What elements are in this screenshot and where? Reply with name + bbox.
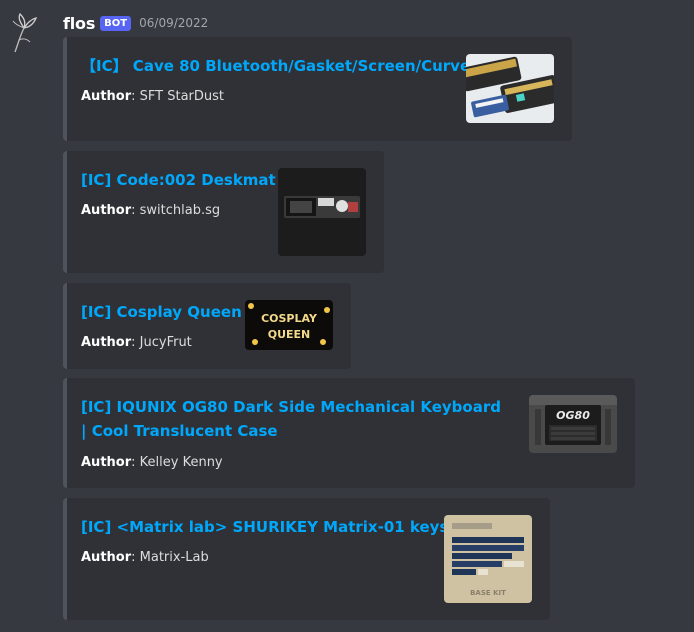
author-label: Author	[81, 203, 132, 218]
message-header: flos BOT 06/09/2022	[63, 12, 208, 34]
embed-thumbnail[interactable]	[278, 168, 366, 256]
embed-author: Author: switchlab.sg	[81, 203, 221, 218]
author-name: JucyFrut	[139, 335, 192, 350]
timestamp[interactable]: 06/09/2022	[139, 16, 208, 30]
cosplay-queen-logo: COSPLAY QUEEN	[245, 300, 333, 350]
flower-sketch-icon	[12, 12, 38, 53]
embed-author: Author: Matrix-Lab	[81, 550, 209, 565]
embed-card: [IC] IQUNIX OG80 Dark Side Mechanical Ke…	[63, 378, 635, 488]
embed-title-link[interactable]: [IC] Code:002 Deskmat	[81, 168, 276, 192]
keyset-photo: BASE KIT	[444, 515, 532, 603]
author-label: Author	[81, 89, 132, 104]
author-name: Kelley Kenny	[139, 455, 223, 470]
svg-text:OG80: OG80	[556, 409, 590, 422]
svg-text:COSPLAY: COSPLAY	[261, 312, 318, 325]
embed-title-link[interactable]: [IC] Cosplay Queen	[81, 300, 242, 324]
author-label: Author	[81, 335, 132, 350]
embed-thumbnail[interactable]: BASE KIT	[444, 515, 532, 603]
deskmat-photo	[278, 168, 366, 256]
bot-badge: BOT	[100, 15, 132, 31]
embed-title-link[interactable]: [IC] IQUNIX OG80 Dark Side Mechanical Ke…	[81, 395, 501, 443]
embed-author: Author: JucyFrut	[81, 335, 192, 350]
embed-card: [IC] <Matrix lab> SHURIKEY Matrix-01 key…	[63, 498, 550, 620]
svg-text:BASE KIT: BASE KIT	[470, 589, 506, 597]
author-name: SFT StarDust	[139, 89, 225, 104]
author-name: switchlab.sg	[139, 203, 221, 218]
author-label: Author	[81, 455, 132, 470]
embed-thumbnail[interactable]: COSPLAY QUEEN	[245, 300, 333, 350]
author-label: Author	[81, 550, 132, 565]
embed-card: 【IC】 Cave 80 Bluetooth/Gasket/Screen/Cur…	[63, 37, 572, 141]
embed-author: Author: Kelley Kenny	[81, 455, 223, 470]
embed-title-link[interactable]: 【IC】 Cave 80 Bluetooth/Gasket/Screen/Cur…	[81, 54, 470, 78]
keyboard-photo	[466, 54, 554, 123]
embed-title-link[interactable]: [IC] <Matrix lab> SHURIKEY Matrix-01 key…	[81, 515, 466, 539]
embed-author: Author: SFT StarDust	[81, 89, 225, 104]
og80-keyboard-photo: OG80	[529, 395, 617, 453]
embed-thumbnail[interactable]: OG80	[529, 395, 617, 453]
avatar[interactable]	[6, 10, 42, 56]
embed-card: [IC] Cosplay Queen Author: JucyFrut COSP…	[63, 283, 351, 369]
author-name: Matrix-Lab	[139, 550, 209, 565]
embed-card: [IC] Code:002 Deskmat Author: switchlab.…	[63, 151, 384, 273]
svg-text:QUEEN: QUEEN	[268, 328, 311, 341]
username[interactable]: flos	[63, 14, 95, 33]
embed-thumbnail[interactable]	[466, 54, 554, 123]
